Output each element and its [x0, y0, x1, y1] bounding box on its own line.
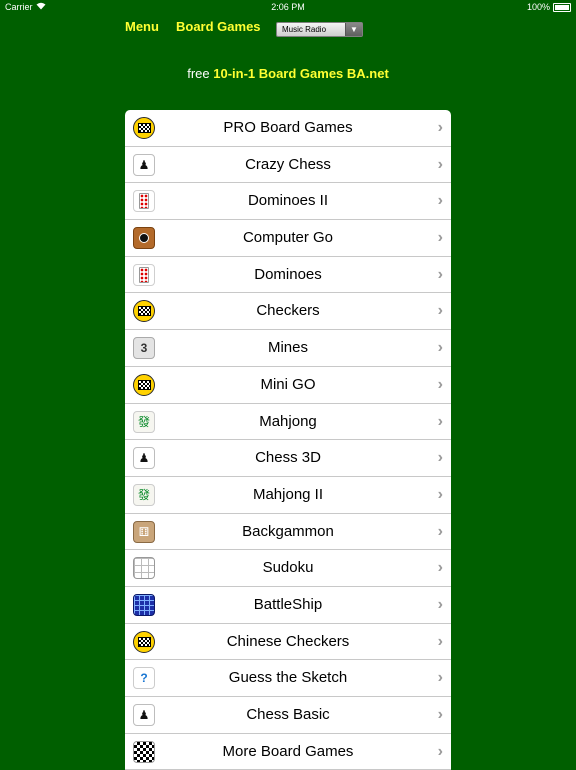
list-item-label: Guess the Sketch — [228, 669, 348, 687]
board-games-link[interactable]: Board Games — [176, 19, 261, 34]
list-item[interactable]: ? Guess the Sketch › — [125, 660, 451, 697]
game-list: PRO Board Games › ♟ Crazy Chess › Dominoes II… — [125, 110, 451, 770]
battery-icon — [553, 3, 571, 12]
list-item[interactable]: Mini GO › — [125, 367, 451, 404]
promo-brand-link[interactable]: 10-in-1 Board Games BA.net — [213, 66, 389, 81]
list-item-label: Chess Basic — [246, 706, 330, 723]
chevron-right-icon: › — [437, 522, 443, 540]
list-item-label: More Board Games — [222, 742, 354, 760]
list-item-label: Crazy Chess — [245, 155, 331, 173]
list-item[interactable]: BattleShip › — [125, 587, 451, 624]
list-item[interactable]: More Board Games › — [125, 734, 451, 770]
chevron-right-icon: › — [437, 265, 443, 283]
music-radio-select[interactable]: Music Radio ▼ — [276, 22, 363, 37]
list-item[interactable]: ⚅ Backgammon › — [125, 514, 451, 551]
list-item-label: BattleShip — [253, 595, 323, 613]
chevron-right-icon: › — [437, 595, 443, 613]
list-item[interactable]: Chinese Checkers › — [125, 624, 451, 661]
clock: 2:06 PM — [271, 2, 305, 12]
list-item-label: Mahjong II — [252, 485, 324, 503]
chevron-right-icon: › — [437, 339, 443, 357]
chevron-right-icon: › — [437, 302, 443, 320]
chevron-right-icon: › — [437, 632, 443, 650]
list-item-label: Chinese Checkers — [226, 632, 350, 650]
dropdown-arrow-icon: ▼ — [345, 23, 362, 36]
chevron-right-icon: › — [437, 559, 443, 577]
chevron-right-icon: › — [437, 412, 443, 430]
promo-line: free 10-in-1 Board Games BA.net — [0, 66, 576, 81]
list-item-label: Dominoes — [254, 265, 322, 283]
list-item-label: Checkers — [256, 302, 320, 320]
list-item-label: Dominoes II — [247, 192, 329, 210]
chevron-right-icon: › — [437, 375, 443, 393]
list-item-label: Mini GO — [260, 375, 316, 393]
status-bar: Carrier 2:06 PM 100% — [0, 0, 576, 14]
list-item-label: Backgammon — [242, 522, 334, 540]
battery-percentage: 100% — [526, 2, 550, 12]
list-item[interactable]: Sudoku › — [125, 550, 451, 587]
list-item-label: Computer Go — [242, 229, 334, 247]
promo-prefix: free — [187, 66, 210, 81]
list-item[interactable]: Checkers › — [125, 293, 451, 331]
list-item[interactable]: 發 Mahjong › — [125, 404, 451, 441]
chevron-right-icon: › — [437, 155, 443, 173]
music-select-label: Music Radio — [282, 25, 327, 34]
chevron-right-icon: › — [437, 119, 443, 136]
list-item[interactable]: Dominoes › — [125, 257, 451, 294]
list-item-label: Sudoku — [262, 559, 314, 577]
list-item-label: Chess 3D — [255, 449, 321, 467]
chevron-right-icon: › — [437, 229, 443, 247]
list-item[interactable]: 發 Mahjong II › — [125, 477, 451, 514]
list-item[interactable]: ♟ Chess 3D › — [125, 440, 451, 477]
list-item[interactable]: Dominoes II › — [125, 183, 451, 221]
list-item-label: PRO Board Games — [223, 119, 353, 136]
chevron-right-icon: › — [437, 669, 443, 687]
menu-link[interactable]: Menu — [125, 19, 159, 34]
list-item[interactable]: PRO Board Games › — [125, 110, 451, 147]
list-item[interactable]: Computer Go › — [125, 220, 451, 257]
list-item[interactable]: 3 Mines › — [125, 330, 451, 367]
chevron-right-icon: › — [437, 485, 443, 503]
list-item[interactable]: ♟ Crazy Chess › — [125, 147, 451, 184]
chevron-right-icon: › — [437, 742, 443, 760]
chevron-right-icon: › — [437, 192, 443, 210]
list-item-label: Mines — [267, 339, 308, 357]
list-item-label: Mahjong — [259, 412, 317, 430]
chevron-right-icon: › — [437, 449, 443, 467]
list-item[interactable]: ♟ Chess Basic › — [125, 697, 451, 734]
chevron-right-icon: › — [437, 706, 443, 723]
